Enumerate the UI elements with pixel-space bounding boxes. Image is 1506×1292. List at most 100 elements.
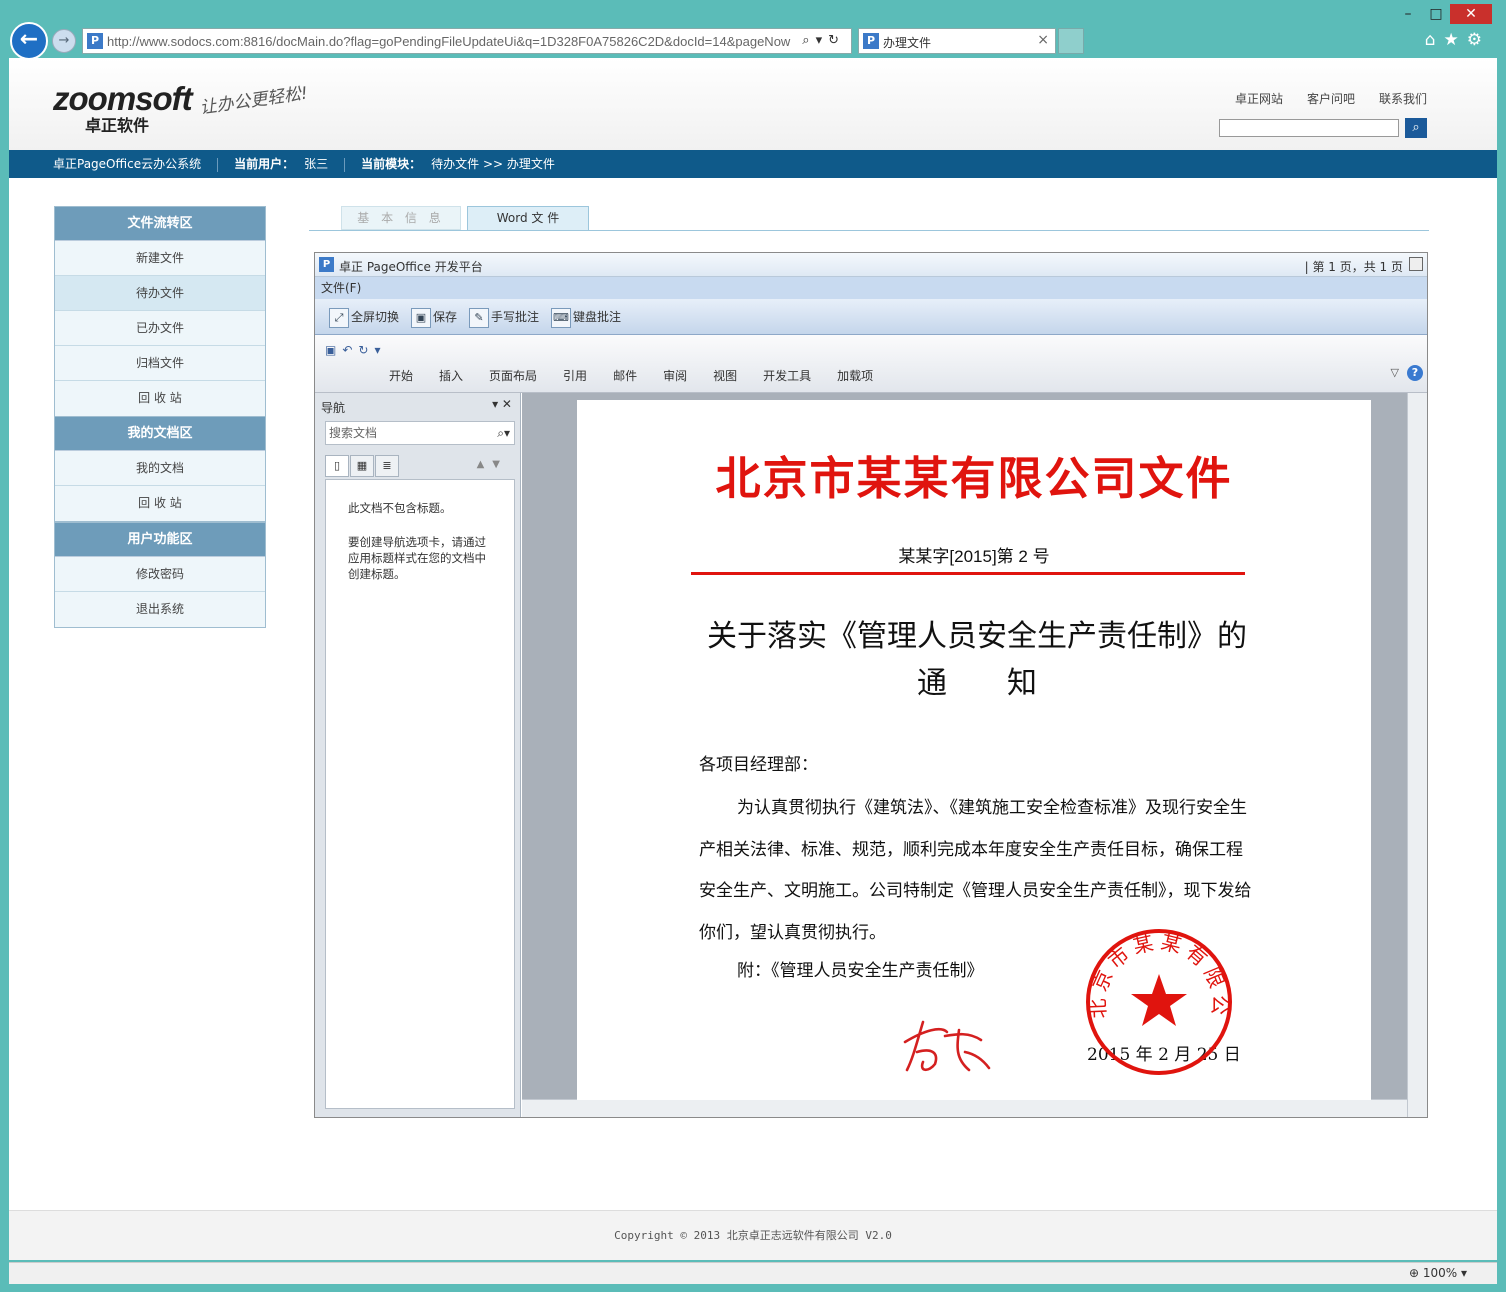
- system-name: 卓正PageOffice云办公系统: [53, 157, 202, 171]
- vertical-scrollbar[interactable]: [1407, 393, 1427, 1117]
- sidebar-group-title: 文件流转区: [55, 207, 265, 241]
- save-button[interactable]: ▣ 保存: [411, 307, 457, 328]
- settings-gear-icon[interactable]: ⚙: [1467, 30, 1490, 50]
- handwrite-button[interactable]: ✎ 手写批注: [469, 307, 539, 328]
- sidebar-item-recycle[interactable]: 回 收 站: [55, 381, 265, 416]
- help-icon[interactable]: ?: [1407, 365, 1423, 381]
- forward-arrow-icon[interactable]: →: [52, 29, 76, 53]
- sidebar-item-done[interactable]: 已办文件: [55, 311, 265, 346]
- save-label: 保存: [433, 310, 458, 324]
- sidebar-item-password[interactable]: 修改密码: [55, 557, 265, 592]
- home-icon[interactable]: ⌂: [1425, 30, 1444, 50]
- ribbon-tab-home[interactable]: 开始: [389, 369, 413, 383]
- fullscreen-button[interactable]: ⤢ 全屏切换: [329, 307, 399, 328]
- back-arrow-icon[interactable]: ←: [10, 22, 48, 60]
- top-links: 卓正网站 客户问吧 联系我们: [1211, 90, 1427, 107]
- nav-pane-body: 此文档不包含标题。 要创建导航选项卡，请通过应用标题样式在您的文档中创建标题。: [325, 479, 515, 1109]
- pages-view-icon[interactable]: ▦: [350, 455, 374, 477]
- handwrite-label: 手写批注: [491, 310, 540, 324]
- keyboard-comment-button[interactable]: ⌨ 键盘批注: [551, 307, 621, 328]
- site-search-input[interactable]: [1219, 119, 1399, 137]
- document-title-2: 通知: [917, 667, 1097, 700]
- ribbon-tabs: 开始 插入 页面布局 引用 邮件 审阅 视图 开发工具 加载项: [389, 367, 899, 384]
- ribbon-tab-developer[interactable]: 开发工具: [763, 369, 811, 383]
- salutation: 各项目经理部：: [699, 755, 818, 775]
- new-tab-button[interactable]: [1058, 28, 1084, 54]
- red-divider: [691, 572, 1245, 575]
- ribbon-tab-layout[interactable]: 页面布局: [489, 369, 537, 383]
- nav-help-msg: 要创建导航选项卡，请通过应用标题样式在您的文档中创建标题。: [348, 535, 486, 581]
- web-page: zoomsoft 卓正软件 让办公更轻松! 卓正网站 客户问吧 联系我们 ⌕ 卓正P…: [9, 58, 1497, 1260]
- zoom-level[interactable]: ⊕ 100% ▾: [1409, 1266, 1467, 1280]
- nav-no-headings-msg: 此文档不包含标题。: [348, 501, 452, 515]
- ribbon-tab-addins[interactable]: 加载项: [837, 369, 873, 383]
- ribbon-tab-review[interactable]: 审阅: [663, 369, 687, 383]
- current-module: 待办文件 >> 办理文件: [431, 157, 555, 171]
- signature-image: [903, 1020, 991, 1072]
- maximize-icon[interactable]: □: [1422, 6, 1450, 22]
- sidebar-item-pending[interactable]: 待办文件: [55, 276, 265, 311]
- current-user: 张三: [304, 157, 329, 171]
- company-seal: 北京市某某有限公司: [1083, 926, 1232, 1075]
- page-footer: Copyright © 2013 北京卓正志远软件有限公司 V2.0: [9, 1210, 1497, 1260]
- sidebar-group-user: 用户功能区 修改密码 退出系统: [54, 522, 266, 628]
- tab-basic-info[interactable]: 基 本 信 息: [341, 206, 461, 230]
- attachment-line: 附：《管理人员安全生产责任制》: [737, 961, 984, 981]
- results-view-icon[interactable]: ≣: [375, 455, 399, 477]
- module-label: 当前模块：: [361, 157, 422, 171]
- sidebar-group-flow: 文件流转区 新建文件 待办文件 已办文件 归档文件 回 收 站: [54, 206, 266, 417]
- nav-view-tabs: ▯ ▦ ≣: [325, 455, 400, 477]
- tab-word-file[interactable]: Word 文 件: [467, 206, 589, 231]
- address-bar[interactable]: P http://www.sodocs.com:8816/docMain.do?…: [82, 28, 852, 54]
- horizontal-scrollbar[interactable]: [522, 1099, 1407, 1117]
- browser-tab[interactable]: P 办理文件 ×: [858, 28, 1056, 54]
- nav-search-placeholder: 搜索文档: [329, 426, 378, 440]
- tab-close-icon[interactable]: ×: [1037, 32, 1049, 48]
- document-title: 关于落实《管理人员安全生产责任制》的: [707, 620, 1247, 653]
- close-window-icon[interactable]: ✕: [1450, 4, 1492, 24]
- keyboard-comment-label: 键盘批注: [573, 310, 622, 324]
- ribbon-tab-references[interactable]: 引用: [563, 369, 587, 383]
- copyright: Copyright © 2013 北京卓正志远软件有限公司 V2.0: [614, 1229, 892, 1242]
- search-icon[interactable]: ⌕: [1405, 118, 1427, 138]
- keyboard-icon: ⌨: [551, 307, 571, 328]
- site-header: zoomsoft 卓正软件 让办公更轻松! 卓正网站 客户问吧 联系我们 ⌕: [9, 58, 1497, 150]
- headings-view-icon[interactable]: ▯: [325, 455, 349, 477]
- fullscreen-label: 全屏切换: [351, 310, 400, 324]
- address-controls[interactable]: ⌕▾↻: [802, 33, 845, 48]
- ribbon-tab-view[interactable]: 视图: [713, 369, 737, 383]
- ribbon-collapse-icon[interactable]: ▽: [1391, 366, 1399, 379]
- nav-search-icon[interactable]: ⌕▾: [497, 422, 510, 444]
- link-contact[interactable]: 联系我们: [1379, 92, 1427, 106]
- navigation-pane: 导航 ▾ ✕ 搜索文档 ⌕▾ ▯ ▦ ≣ ▲▼ 此文档不包含标题。 要创建导航选项卡，…: [315, 393, 521, 1117]
- sidebar-item-new[interactable]: 新建文件: [55, 241, 265, 276]
- link-forum[interactable]: 客户问吧: [1307, 92, 1355, 106]
- page-info: | 第 1 页，共 1 页: [1304, 260, 1403, 274]
- tab-site-icon: P: [863, 33, 879, 49]
- url-text[interactable]: http://www.sodocs.com:8816/docMain.do?fl…: [107, 34, 790, 49]
- ribbon-tab-insert[interactable]: 插入: [439, 369, 463, 383]
- menu-file[interactable]: 文件(F): [321, 281, 361, 295]
- save-icon: ▣: [411, 307, 431, 328]
- pageoffice-icon: P: [319, 257, 334, 272]
- sidebar-item-logout[interactable]: 退出系统: [55, 592, 265, 627]
- minimize-icon[interactable]: –: [1394, 6, 1422, 22]
- favorites-star-icon[interactable]: ★: [1444, 30, 1467, 50]
- nav-prev-next-icon[interactable]: ▲▼: [477, 459, 508, 470]
- tab-divider: [309, 230, 1429, 231]
- ribbon-tab-mailings[interactable]: 邮件: [613, 369, 637, 383]
- pen-icon: ✎: [469, 307, 489, 328]
- sidebar-item-archived[interactable]: 归档文件: [55, 346, 265, 381]
- quick-access-toolbar[interactable]: ▣↶↻▾: [325, 343, 386, 357]
- sidebar-item-recycle2[interactable]: 回 收 站: [55, 486, 265, 521]
- fullscreen-icon[interactable]: [1409, 257, 1423, 271]
- document-page[interactable]: 北京市某某有限公司文件 某某字[2015]第 2 号 关于落实《管理人员安全生产…: [577, 400, 1371, 1100]
- window-controls: – □ ✕: [1394, 4, 1492, 24]
- sidebar-item-mydocs[interactable]: 我的文档: [55, 451, 265, 486]
- nav-pane-title: 导航: [321, 401, 346, 415]
- nav-pane-controls[interactable]: ▾ ✕: [492, 397, 512, 411]
- pageoffice-title: 卓正 PageOffice 开发平台: [339, 260, 483, 274]
- nav-search-input[interactable]: 搜索文档 ⌕▾: [325, 421, 515, 445]
- link-website[interactable]: 卓正网站: [1235, 92, 1283, 106]
- browser-statusbar: ⊕ 100% ▾: [9, 1262, 1497, 1284]
